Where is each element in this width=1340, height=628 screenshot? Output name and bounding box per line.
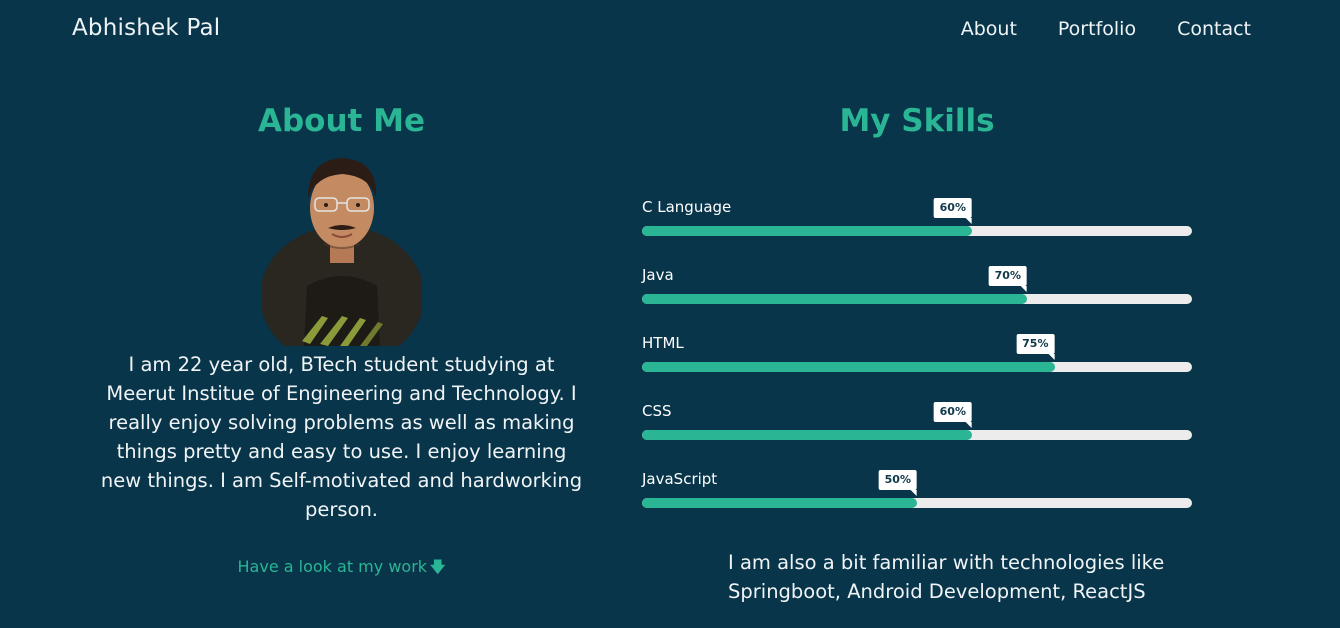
profile-photo (261, 158, 422, 346)
about-title: About Me (257, 103, 426, 139)
about-bio: I am 22 year old, BTech student studying… (100, 353, 583, 521)
view-work-link[interactable]: Have a look at my work 🡇 (238, 557, 446, 582)
skill-bar-track: 70% (642, 266, 1192, 304)
skill-row: HTML 75% (642, 334, 1192, 380)
skill-name: HTML (642, 334, 684, 352)
skill-name: Java (642, 266, 674, 284)
skill-bar-fill (642, 294, 1027, 304)
skill-percent-badge: 60% (933, 402, 973, 428)
skill-row: JavaScript 50% (642, 470, 1192, 516)
skill-percent-badge: 50% (878, 470, 918, 496)
familiar-technologies: I am also a bit familiar with technologi… (728, 551, 1165, 603)
skill-row: Java 70% (642, 266, 1192, 312)
nav-portfolio[interactable]: Portfolio (1058, 18, 1136, 40)
skill-name: JavaScript (642, 470, 718, 488)
page: Abhishek Pal About Portfolio Contact Abo… (0, 0, 1340, 628)
skill-percent-badge: 60% (933, 198, 973, 224)
skills-title: My Skills (839, 103, 995, 139)
main-nav: About Portfolio Contact (961, 18, 1251, 40)
skill-bar-track: 75% (642, 334, 1192, 372)
skill-bar-fill (642, 498, 917, 508)
skill-bar-track: 50% (642, 470, 1192, 508)
skill-row: C Language 60% (642, 198, 1192, 244)
skill-bar-fill (642, 226, 972, 236)
skill-row: CSS 60% (642, 402, 1192, 448)
brand-name[interactable]: Abhishek Pal (72, 15, 220, 41)
nav-about[interactable]: About (961, 18, 1017, 40)
skill-bar-fill (642, 430, 972, 440)
skill-percent-badge: 70% (988, 266, 1028, 292)
skill-bar-fill (642, 362, 1055, 372)
skill-bar-track: 60% (642, 402, 1192, 440)
skill-bar-track: 60% (642, 198, 1192, 236)
about-section: About Me I am 22 year old, BTech student… (100, 100, 583, 582)
skill-name: CSS (642, 402, 672, 420)
skill-percent-badge: 75% (1016, 334, 1055, 360)
view-work-label: Have a look at my work (237, 557, 428, 576)
arrow-down-icon: 🡇 (430, 558, 446, 576)
nav-contact[interactable]: Contact (1177, 18, 1251, 40)
skill-name: C Language (642, 198, 732, 216)
